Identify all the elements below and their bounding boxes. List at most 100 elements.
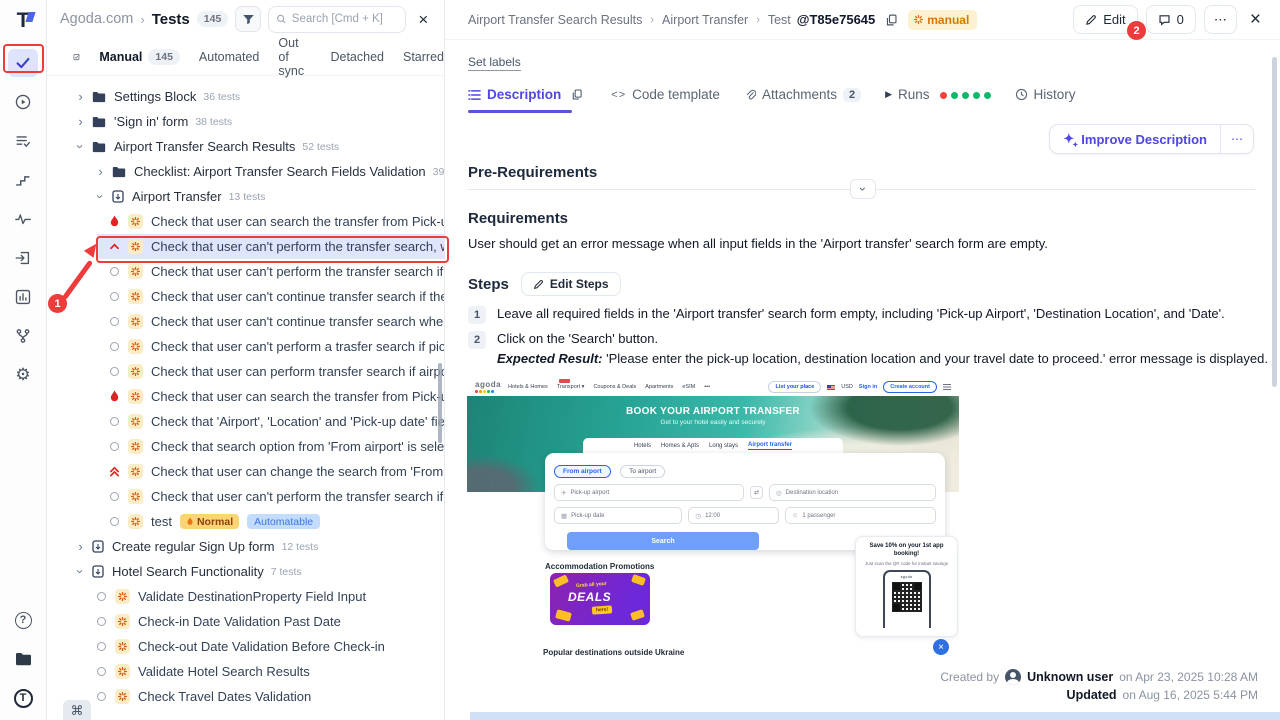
- filter-button[interactable]: [235, 6, 261, 32]
- bulk-select-icon[interactable]: [73, 50, 80, 64]
- folder-icon: [92, 91, 106, 103]
- updated-at: on Aug 16, 2025 5:44 PM: [1123, 688, 1258, 702]
- search-box[interactable]: [268, 6, 406, 33]
- tree-test-item[interactable]: Check that user can search the transfer …: [47, 209, 444, 234]
- sidebar-item-account[interactable]: T: [8, 684, 38, 712]
- created-by-user: Unknown user: [1027, 670, 1113, 684]
- tree-test-item[interactable]: Check that user can't perform the transf…: [97, 234, 444, 259]
- tree-suite-item[interactable]: ›Airport Transfer Search Results52 tests: [47, 134, 444, 159]
- step-1: 1 Leave all required fields in the 'Airp…: [468, 306, 1225, 324]
- manual-test-icon: [128, 439, 143, 454]
- improve-description-button[interactable]: ✦✦ Improve Description: [1050, 125, 1220, 153]
- sidebar-item-runs[interactable]: [8, 88, 38, 116]
- app-logo[interactable]: T: [11, 9, 35, 35]
- close-panel-icon[interactable]: ×: [413, 9, 433, 30]
- tree-test-item[interactable]: Check that search option from 'From airp…: [47, 434, 444, 459]
- breadcrumb-project[interactable]: Agoda.com: [60, 11, 133, 27]
- chevron-right-icon[interactable]: ›: [75, 114, 86, 129]
- manual-test-icon: [128, 314, 143, 329]
- copy-description-icon[interactable]: [571, 88, 583, 101]
- tab-attachments[interactable]: Attachments 2: [744, 87, 861, 102]
- sidebar-item-help[interactable]: ?: [8, 606, 38, 634]
- command-palette-button[interactable]: ⌘: [63, 700, 91, 720]
- sidebar-item-branches[interactable]: [8, 322, 38, 350]
- tree-test-item[interactable]: Check that user can't perform the transf…: [47, 484, 444, 509]
- tree-test-item[interactable]: Check that user can search the transfer …: [47, 384, 444, 409]
- tree-suite-item[interactable]: ›Create regular Sign Up form12 tests: [47, 534, 444, 559]
- agoda-hero-subtitle: Get to your hotel easily and securely: [467, 419, 959, 426]
- agoda-logo: agoda: [475, 381, 501, 393]
- filter-tab-manual[interactable]: Manual 145: [99, 49, 180, 65]
- account-logo-icon: T: [14, 689, 33, 708]
- tree-suite-item[interactable]: ›'Sign in' form38 tests: [47, 109, 444, 134]
- tree-test-item[interactable]: Check Travel Dates Validation: [47, 684, 444, 709]
- detail-breadcrumb-subsuite[interactable]: Airport Transfer: [662, 13, 748, 27]
- test-title: Check that user can search the transfer …: [151, 214, 444, 229]
- filter-tab-starred[interactable]: Starred: [403, 50, 444, 64]
- tree-test-item[interactable]: Check that user can't perform the transf…: [47, 259, 444, 284]
- tree-test-item[interactable]: Validate DestinationProperty Field Input: [47, 584, 444, 609]
- tree-test-item[interactable]: Check that user can perform transfer sea…: [47, 359, 444, 384]
- run-status-dot: [973, 92, 980, 99]
- test-title: Check that user can't perform a trasfer …: [151, 339, 444, 354]
- manual-test-icon: [128, 214, 143, 229]
- detail-breadcrumb-suite[interactable]: Airport Transfer Search Results: [468, 13, 642, 27]
- tab-code-template[interactable]: <> Code template: [611, 87, 720, 102]
- tree-test-item[interactable]: Validate Hotel Search Results: [47, 659, 444, 684]
- suite-test-count: 39 tests: [433, 166, 444, 178]
- chevron-right-icon[interactable]: ›: [95, 164, 106, 179]
- priority-circle-icon: [108, 492, 121, 501]
- chevron-down-icon[interactable]: ›: [73, 566, 88, 577]
- suite-test-count: 38 tests: [195, 116, 232, 128]
- tree-suite-item[interactable]: ›Hotel Search Functionality7 tests: [47, 559, 444, 584]
- phone-outline: agoda: [883, 570, 931, 628]
- sidebar-item-tests[interactable]: [8, 49, 38, 77]
- ellipsis-icon: ⋯: [1214, 12, 1227, 28]
- tree-test-item[interactable]: Check that user can't perform a trasfer …: [47, 334, 444, 359]
- close-detail-icon[interactable]: ×: [1245, 8, 1266, 31]
- sidebar-item-pulse[interactable]: [8, 205, 38, 233]
- filter-tab-out-of-sync[interactable]: Out of sync: [278, 36, 311, 78]
- sidebar-item-plans[interactable]: [8, 127, 38, 155]
- agoda-header: agoda Hotels & HomesTransport ▾Coupons &…: [467, 378, 959, 396]
- edit-steps-button[interactable]: Edit Steps: [521, 272, 621, 296]
- manual-test-icon: [128, 464, 143, 479]
- search-input[interactable]: [292, 13, 399, 25]
- tree-test-item[interactable]: testNormalAutomatable: [47, 509, 444, 534]
- tab-description[interactable]: Description: [468, 87, 587, 102]
- comments-button[interactable]: 0: [1146, 5, 1196, 34]
- tree-scrollbar[interactable]: [438, 363, 442, 443]
- collapse-section-button[interactable]: ›: [850, 179, 876, 199]
- tab-history[interactable]: History: [1015, 87, 1076, 102]
- tree-test-item[interactable]: Check-out Date Validation Before Check-i…: [47, 634, 444, 659]
- folder-icon: [92, 116, 106, 128]
- sidebar-item-steps[interactable]: [8, 166, 38, 194]
- copy-test-id-icon[interactable]: [885, 13, 898, 27]
- tree-test-item[interactable]: Check that user can't continue transfer …: [47, 284, 444, 309]
- chevron-down-icon[interactable]: ›: [73, 141, 88, 152]
- improve-more-button[interactable]: ⋯: [1220, 125, 1253, 153]
- tree-test-item[interactable]: Check that user can't continue transfer …: [47, 309, 444, 334]
- chevron-right-icon[interactable]: ›: [75, 89, 86, 104]
- tab-runs[interactable]: ▶ Runs: [885, 87, 990, 102]
- sidebar-item-projects[interactable]: [8, 645, 38, 673]
- sidebar-item-import[interactable]: [8, 244, 38, 272]
- tree-test-item[interactable]: Check-in Date Validation Past Date: [47, 609, 444, 634]
- horizontal-scrollbar[interactable]: [470, 712, 1280, 720]
- chevron-down-icon[interactable]: ›: [93, 191, 108, 202]
- tree-test-item[interactable]: Check that user can change the search fr…: [47, 459, 444, 484]
- breadcrumb-section[interactable]: Tests: [152, 11, 190, 28]
- sidebar-item-analytics[interactable]: [8, 283, 38, 311]
- filter-tab-detached[interactable]: Detached: [330, 50, 384, 64]
- tree-test-item[interactable]: Check that 'Airport', 'Location' and 'Pi…: [47, 409, 444, 434]
- test-title: Check that user can't perform the transf…: [151, 239, 444, 254]
- filter-tab-automated[interactable]: Automated: [199, 50, 259, 64]
- tree-suite-item[interactable]: ›Airport Transfer13 tests: [47, 184, 444, 209]
- sidebar-item-settings[interactable]: ⚙: [8, 361, 38, 389]
- chevron-right-icon[interactable]: ›: [75, 539, 86, 554]
- detail-scrollbar[interactable]: [1272, 57, 1277, 387]
- tree-suite-item[interactable]: ›Checklist: Airport Transfer Search Fiel…: [47, 159, 444, 184]
- more-actions-button[interactable]: ⋯: [1204, 5, 1237, 34]
- set-labels-link[interactable]: Set labels: [468, 55, 521, 71]
- tree-suite-item[interactable]: ›Settings Block36 tests: [47, 84, 444, 109]
